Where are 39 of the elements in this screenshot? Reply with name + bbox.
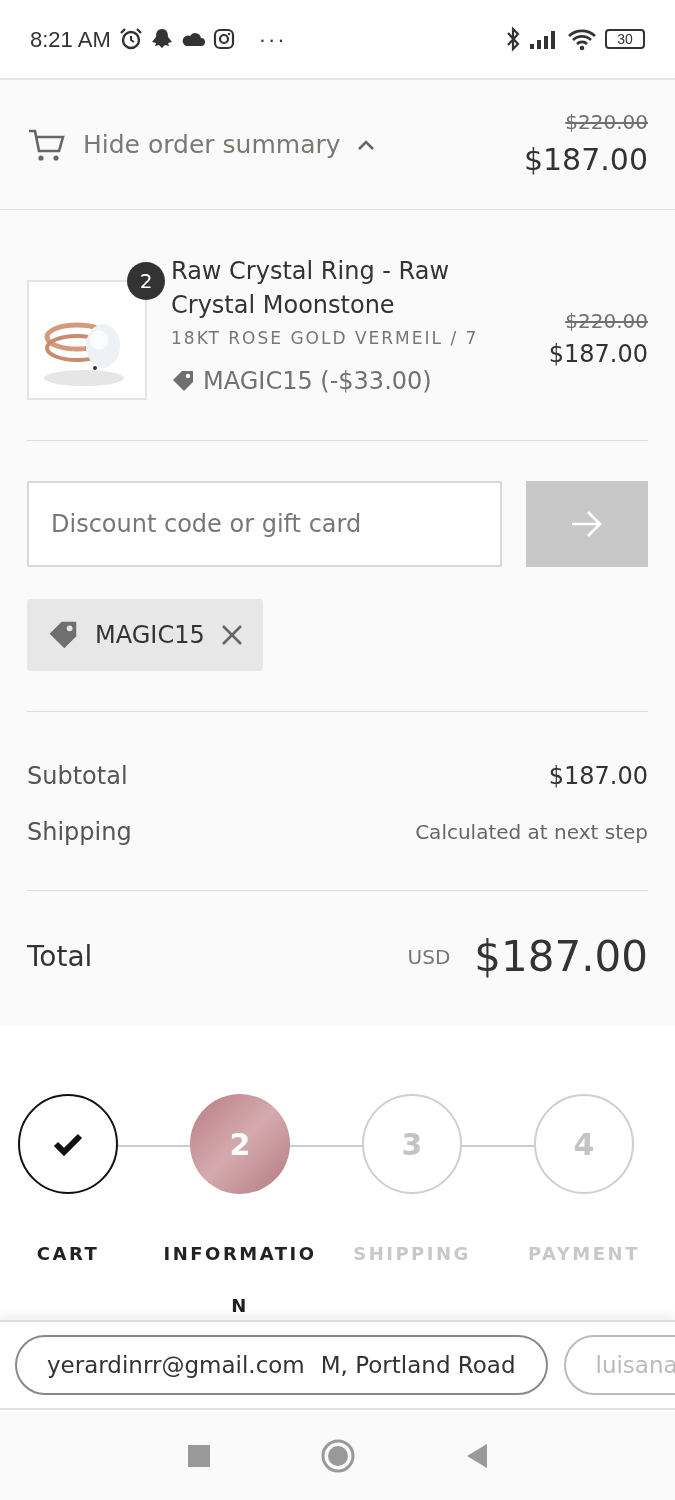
item-price: $187.00	[547, 339, 648, 370]
battery-indicator: 30	[605, 29, 645, 49]
autofill-chip[interactable]: yerardinrr@gmail.com M, Portland Road	[15, 1335, 548, 1395]
home-icon[interactable]	[320, 1439, 355, 1473]
step-circle: 2	[190, 1094, 290, 1194]
product-title: Raw Crystal Ring - Raw Crystal Moonstone	[171, 256, 451, 321]
close-icon[interactable]	[220, 624, 243, 646]
total-label: Subtotal	[27, 761, 128, 792]
product-variant: 18KT ROSE GOLD VERMEIL / 7	[171, 327, 480, 350]
original-price: $220.00	[564, 109, 648, 136]
total-label: Total	[27, 938, 93, 975]
status-time: 8:21 AM	[30, 25, 111, 54]
grand-total: $187.00	[474, 931, 648, 983]
original-price: $220.00	[564, 308, 648, 335]
step-circle: 3	[362, 1094, 462, 1194]
total-value: $187.00	[548, 761, 648, 792]
discount-code-field[interactable]: Discount code or gift card	[27, 481, 502, 567]
code-text: MAGIC15	[95, 620, 205, 651]
arrow-right-icon	[570, 509, 604, 539]
tag-icon	[171, 369, 195, 393]
discount-text: MAGIC15 (-$33.00)	[203, 366, 432, 397]
tag-icon	[47, 619, 79, 651]
more-notifications-icon: ···	[258, 22, 287, 56]
cloud-icon	[180, 31, 205, 47]
order-total: $187.00	[523, 141, 648, 179]
summary-toggle[interactable]: Hide order summary	[27, 125, 375, 164]
total-label: Shipping	[27, 817, 132, 848]
step-circle: 4	[534, 1094, 634, 1194]
quantity-badge: 2	[127, 262, 165, 300]
square-icon[interactable]	[186, 1444, 211, 1468]
wifi-icon	[567, 27, 597, 51]
total-value: Calculated at next step	[415, 819, 648, 846]
step-label: INFORMATION	[162, 1242, 318, 1318]
currency-code: USD	[407, 943, 451, 971]
step-label: CART	[35, 1242, 101, 1266]
bluetooth-icon	[505, 26, 521, 52]
camera-icon	[212, 28, 235, 50]
alarm-clock-icon	[118, 27, 143, 51]
ghost-icon	[150, 27, 173, 51]
